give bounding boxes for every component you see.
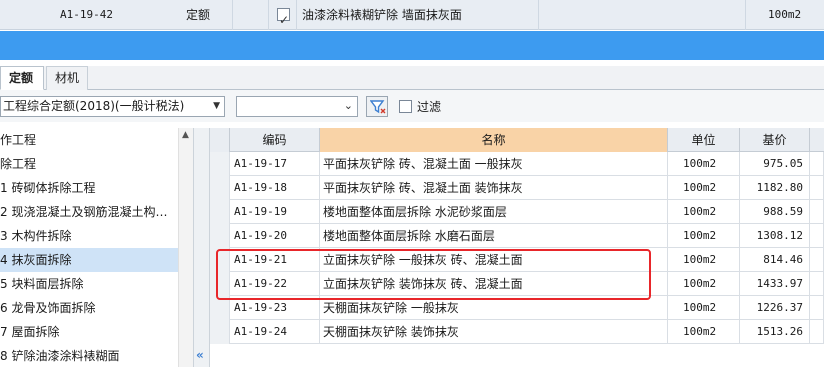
top-row-code: A1-19-42 [60, 8, 113, 21]
row-price: 975.05 [740, 152, 810, 176]
quota-grid: 编码 名称 单位 基价 A1-19-17 平面抹灰铲除 砖、混凝土面 一般抹灰 … [210, 128, 824, 367]
table-row[interactable]: A1-19-20 楼地面整体面层拆除 水磨石面层 100m2 1308.12 [210, 224, 824, 248]
top-row-unit: 100m2 [768, 8, 802, 21]
row-price: 1182.80 [740, 176, 810, 200]
filter-label: 过滤 [417, 100, 442, 114]
row-unit: 100m2 [668, 200, 740, 224]
row-price: 814.46 [740, 248, 810, 272]
chevron-down-icon: ⌄ [343, 99, 353, 112]
tree-item[interactable]: 作工程 [0, 128, 178, 152]
row-unit: 100m2 [668, 224, 740, 248]
panel-splitter[interactable]: « [194, 128, 210, 367]
quota-library-value: 工程综合定额(2018)(一般计税法) [3, 99, 185, 113]
row-unit: 100m2 [668, 176, 740, 200]
table-row[interactable]: A1-19-24 天棚面抹灰铲除 装饰抹灰 100m2 1513.26 [210, 320, 824, 344]
table-row[interactable]: A1-19-17 平面抹灰铲除 砖、混凝土面 一般抹灰 100m2 975.05 [210, 152, 824, 176]
filter-icon [370, 100, 386, 114]
dropdown-arrow-icon: ▼ [213, 101, 220, 111]
filter-checkbox[interactable] [399, 100, 412, 113]
row-name: 楼地面整体面层拆除 水磨石面层 [320, 224, 668, 248]
row-name: 平面抹灰铲除 砖、混凝土面 装饰抹灰 [320, 176, 668, 200]
blue-band [0, 31, 824, 60]
tree-item[interactable]: 1 砖砌体拆除工程 [0, 176, 178, 200]
top-row-checkbox[interactable] [277, 0, 290, 35]
row-price: 1308.12 [740, 224, 810, 248]
selected-quota-row[interactable]: A1-19-42 定额 油漆涂料裱糊铲除 墙面抹灰面 100m2 [0, 0, 824, 35]
row-price: 1226.37 [740, 296, 810, 320]
tree-item[interactable]: 8 铲除油漆涂料裱糊面 [0, 344, 178, 367]
tree-item[interactable]: 2 现浇混凝土及钢筋混凝土构… [0, 200, 178, 224]
filter-button[interactable] [366, 96, 388, 117]
row-unit: 100m2 [668, 296, 740, 320]
row-code: A1-19-19 [230, 200, 320, 224]
tree-scrollbar[interactable]: ▲ [178, 128, 193, 367]
grid-header: 编码 名称 单位 基价 [210, 128, 824, 152]
table-row[interactable]: A1-19-19 楼地面整体面层拆除 水泥砂浆面层 100m2 988.59 [210, 200, 824, 224]
table-row[interactable]: A1-19-18 平面抹灰铲除 砖、混凝土面 装饰抹灰 100m2 1182.8… [210, 176, 824, 200]
header-name[interactable]: 名称 [320, 128, 668, 152]
tab-bar: 定额 材机 [0, 66, 824, 90]
top-row-type: 定额 [186, 8, 211, 22]
row-unit: 100m2 [668, 272, 740, 296]
quota-library-select[interactable]: 工程综合定额(2018)(一般计税法) ▼ [0, 96, 225, 117]
collapse-left-icon[interactable]: « [196, 348, 204, 362]
tab-quota[interactable]: 定额 [0, 66, 44, 90]
row-code: A1-19-20 [230, 224, 320, 248]
row-name: 楼地面整体面层拆除 水泥砂浆面层 [320, 200, 668, 224]
tree-item[interactable]: 5 块料面层拆除 [0, 272, 178, 296]
tree-item[interactable]: 6 龙骨及饰面拆除 [0, 296, 178, 320]
tree-item-selected[interactable]: 4 抹灰面拆除 [0, 248, 178, 272]
header-extra [810, 128, 824, 152]
row-price: 1433.97 [740, 272, 810, 296]
row-unit: 100m2 [668, 152, 740, 176]
row-name: 平面抹灰铲除 砖、混凝土面 一般抹灰 [320, 152, 668, 176]
row-price: 1513.26 [740, 320, 810, 344]
top-row-name: 油漆涂料裱糊铲除 墙面抹灰面 [302, 8, 462, 22]
header-price[interactable]: 基价 [740, 128, 810, 152]
tree-item[interactable]: 3 木构件拆除 [0, 224, 178, 248]
tree-item[interactable]: 除工程 [0, 152, 178, 176]
scroll-up-icon[interactable]: ▲ [182, 130, 189, 140]
row-code: A1-19-18 [230, 176, 320, 200]
header-code[interactable]: 编码 [230, 128, 320, 152]
header-index [210, 128, 230, 152]
search-select[interactable]: ⌄ [236, 96, 358, 117]
row-code: A1-19-24 [230, 320, 320, 344]
row-unit: 100m2 [668, 320, 740, 344]
toolbar: 工程综合定额(2018)(一般计税法) ▼ ⌄ 过滤 [0, 90, 824, 122]
check-icon [277, 5, 290, 35]
header-unit[interactable]: 单位 [668, 128, 740, 152]
row-price: 988.59 [740, 200, 810, 224]
chapter-tree: 作工程 除工程 1 砖砌体拆除工程 2 现浇混凝土及钢筋混凝土构… 3 木构件拆… [0, 128, 194, 367]
row-unit: 100m2 [668, 248, 740, 272]
tree-item[interactable]: 7 屋面拆除 [0, 320, 178, 344]
row-code: A1-19-17 [230, 152, 320, 176]
red-highlight-box [216, 249, 651, 300]
tab-materials[interactable]: 材机 [46, 66, 88, 90]
row-name: 天棚面抹灰铲除 装饰抹灰 [320, 320, 668, 344]
